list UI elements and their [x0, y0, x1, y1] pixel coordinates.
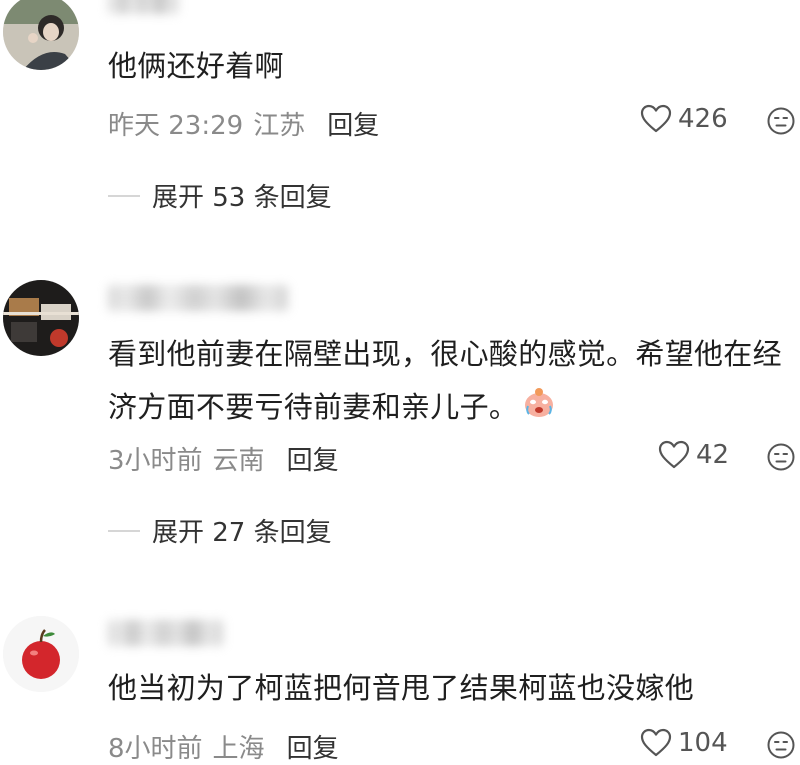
comment-location: 上海: [212, 734, 265, 764]
crying-face-emoji: [522, 383, 556, 436]
divider-line: [108, 529, 140, 532]
username-blurred[interactable]: [108, 285, 288, 311]
unhappy-face-icon: [767, 107, 795, 135]
like-button[interactable]: 426: [640, 104, 728, 134]
like-button[interactable]: 42: [658, 440, 729, 470]
comment-time: 8小时前: [108, 734, 203, 764]
dislike-button[interactable]: [766, 730, 796, 764]
avatar[interactable]: [3, 616, 79, 692]
expand-replies-button[interactable]: 展开 27 条回复: [108, 512, 332, 549]
unhappy-face-icon: [767, 443, 795, 471]
comment-text: 看到他前妻在隔壁出现，很心酸的感觉。希望他在经济方面不要亏待前妻和亲儿子。: [108, 328, 788, 436]
heart-outline-icon: [640, 104, 672, 133]
expand-replies-label: 展开 27 条回复: [152, 518, 332, 548]
reply-button[interactable]: 回复: [287, 728, 339, 765]
comment-time: 3小时前: [108, 446, 203, 476]
like-count: 42: [696, 440, 730, 470]
expand-replies-label: 展开 53 条回复: [152, 183, 332, 213]
avatar[interactable]: [3, 280, 79, 356]
comment-location: 江苏: [253, 111, 306, 141]
like-count: 426: [678, 104, 728, 134]
divider-line: [108, 194, 140, 197]
comment-meta: 3小时前 云南 回复: [108, 440, 339, 477]
reply-button[interactable]: 回复: [287, 440, 339, 477]
reply-button[interactable]: 回复: [327, 105, 379, 142]
heart-outline-icon: [658, 440, 690, 469]
comment-text: 他当初为了柯蓝把何音甩了结果柯蓝也没嫁他: [108, 671, 695, 705]
username-blurred[interactable]: [108, 620, 223, 646]
comment-text: 他俩还好着啊: [108, 49, 284, 83]
like-button[interactable]: 104: [640, 728, 728, 758]
comment-meta: 昨天 23:29 江苏 回复: [108, 105, 379, 142]
avatar[interactable]: [3, 0, 79, 70]
comment-meta: 8小时前 上海 回复: [108, 728, 339, 765]
comment-text-content: 看到他前妻在隔壁出现，很心酸的感觉。希望他在经济方面不要亏待前妻和亲儿子。: [108, 337, 782, 424]
username-blurred[interactable]: [108, 0, 178, 14]
dislike-button[interactable]: [766, 442, 796, 476]
heart-outline-icon: [640, 728, 672, 757]
unhappy-face-icon: [767, 731, 795, 759]
dislike-button[interactable]: [766, 106, 796, 140]
comment-time: 昨天 23:29: [108, 111, 244, 141]
like-count: 104: [678, 728, 728, 758]
comment-location: 云南: [212, 446, 265, 476]
expand-replies-button[interactable]: 展开 53 条回复: [108, 177, 332, 214]
